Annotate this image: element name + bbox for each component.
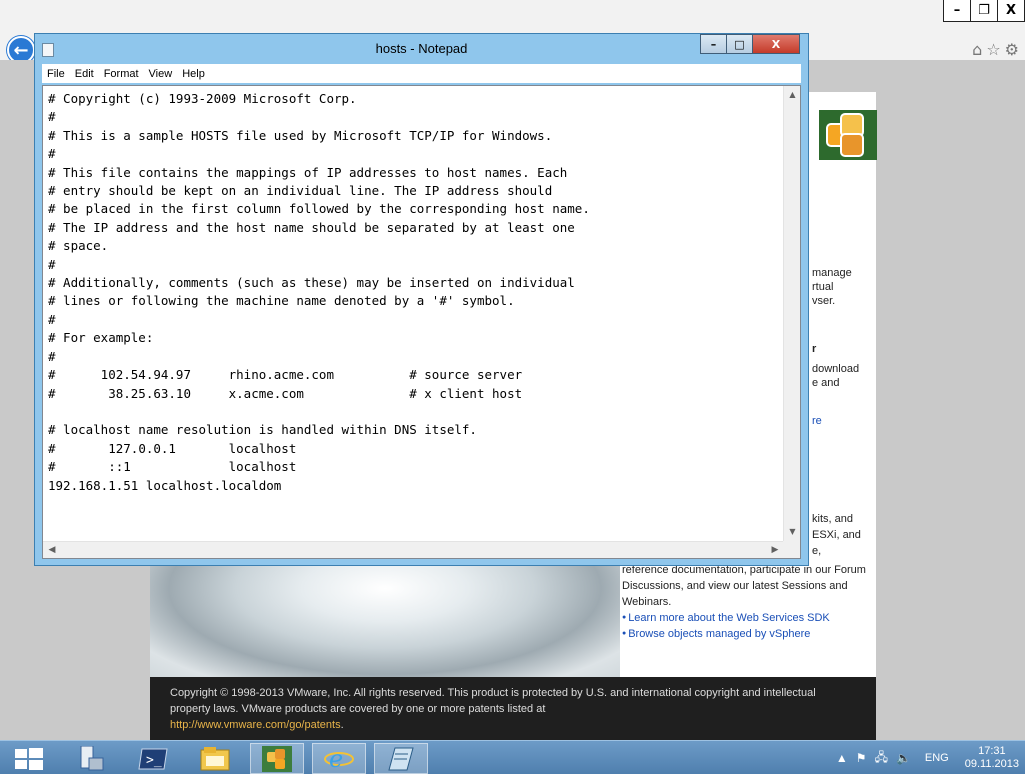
- action-center-icon[interactable]: ⚑: [852, 751, 871, 765]
- network-icon[interactable]: 🖧: [871, 748, 892, 769]
- notepad-window: hosts - Notepad – □ X File Edit Format V…: [34, 33, 809, 566]
- webpage-fragment: r: [812, 342, 816, 356]
- minimize-button[interactable]: –: [943, 0, 971, 22]
- menu-format[interactable]: Format: [99, 68, 144, 80]
- web-services-sdk-link[interactable]: Learn more about the Web Services SDK: [622, 610, 876, 626]
- page-footer: Copyright © 1998-2013 VMware, Inc. All r…: [150, 677, 876, 740]
- footer-copyright: Copyright © 1998-2013 VMware, Inc. All r…: [170, 687, 816, 715]
- resize-grip[interactable]: [783, 541, 800, 558]
- menu-help[interactable]: Help: [177, 68, 210, 80]
- notepad-taskbar-icon[interactable]: [374, 743, 428, 774]
- webpage-fragment: manage: [812, 267, 852, 279]
- menu-view[interactable]: View: [144, 68, 178, 80]
- taskbar: >_ e ▲ ⚑ 🖧 🔈 ENG 17:31 09.11.2013: [0, 740, 1025, 774]
- webpage-fragment: rtual: [812, 281, 834, 293]
- close-button[interactable]: X: [997, 0, 1025, 22]
- notepad-title-bar[interactable]: hosts - Notepad – □ X: [35, 34, 808, 64]
- browser-window-controls: – ❐ X: [943, 0, 1025, 22]
- window-title: hosts - Notepad: [375, 41, 468, 56]
- gear-icon[interactable]: ⚙: [1005, 40, 1023, 59]
- scroll-right-icon[interactable]: ▶: [767, 543, 783, 558]
- scroll-up-icon[interactable]: ▲: [785, 87, 800, 103]
- svg-text:>_: >_: [146, 753, 162, 768]
- vsphere-client-icon[interactable]: [250, 743, 304, 774]
- hosts-file-content[interactable]: # Copyright (c) 1993-2009 Microsoft Corp…: [48, 90, 590, 495]
- horizontal-scrollbar[interactable]: ◀ ▶: [43, 541, 784, 558]
- menu-file[interactable]: File: [42, 68, 70, 80]
- patents-link[interactable]: http://www.vmware.com/go/patents: [170, 719, 341, 731]
- notepad-close-button[interactable]: X: [752, 34, 800, 54]
- sdk-body-text: reference documentation, participate in …: [622, 564, 866, 608]
- star-icon[interactable]: ☆: [986, 40, 1004, 59]
- scroll-down-icon[interactable]: ▼: [785, 524, 800, 540]
- webpage-fragment: kits, and: [812, 513, 853, 525]
- show-hidden-icons-icon[interactable]: ▲: [832, 751, 852, 765]
- menu-bar: File Edit Format View Help: [42, 64, 801, 83]
- vertical-scrollbar[interactable]: ▲ ▼: [783, 86, 800, 541]
- svg-text:e: e: [329, 745, 343, 773]
- restore-button[interactable]: ❐: [970, 0, 998, 22]
- browser-toolbar-icons: ⌂☆⚙: [972, 40, 1023, 59]
- webpage-fragment: download: [812, 363, 860, 375]
- notepad-minimize-button[interactable]: –: [700, 34, 727, 54]
- powershell-icon[interactable]: >_: [126, 743, 180, 774]
- server-manager-icon[interactable]: [64, 743, 118, 774]
- webpage-fragment: ESXi, and: [812, 529, 861, 541]
- webpage-fragment-bold: r: [812, 343, 817, 355]
- internet-explorer-icon[interactable]: e: [312, 743, 366, 774]
- volume-icon[interactable]: 🔈: [892, 751, 915, 765]
- webpage-fragment: vser.: [812, 295, 836, 307]
- browse-objects-link[interactable]: Browse objects managed by vSphere: [622, 626, 876, 642]
- webpage-link-fragment[interactable]: re: [812, 414, 822, 428]
- notepad-maximize-button[interactable]: □: [726, 34, 753, 54]
- menu-edit[interactable]: Edit: [70, 68, 99, 80]
- clock[interactable]: 17:31 09.11.2013: [959, 745, 1025, 771]
- scroll-left-icon[interactable]: ◀: [44, 543, 60, 558]
- webpage-fragment: e,: [812, 545, 822, 557]
- home-icon[interactable]: ⌂: [972, 40, 986, 59]
- system-tray: ▲ ⚑ 🖧 🔈 ENG 17:31 09.11.2013: [832, 741, 1025, 774]
- text-editor[interactable]: # Copyright (c) 1993-2009 Microsoft Corp…: [42, 85, 801, 559]
- sdk-info-block: reference documentation, participate in …: [620, 562, 876, 642]
- file-explorer-icon[interactable]: [188, 743, 242, 774]
- language-indicator[interactable]: ENG: [915, 752, 959, 764]
- start-icon[interactable]: [2, 743, 56, 774]
- clock-time: 17:31: [978, 745, 1006, 757]
- footer-period: .: [340, 719, 344, 731]
- clock-date: 09.11.2013: [964, 758, 1019, 770]
- webpage-fragment: e and: [812, 377, 840, 389]
